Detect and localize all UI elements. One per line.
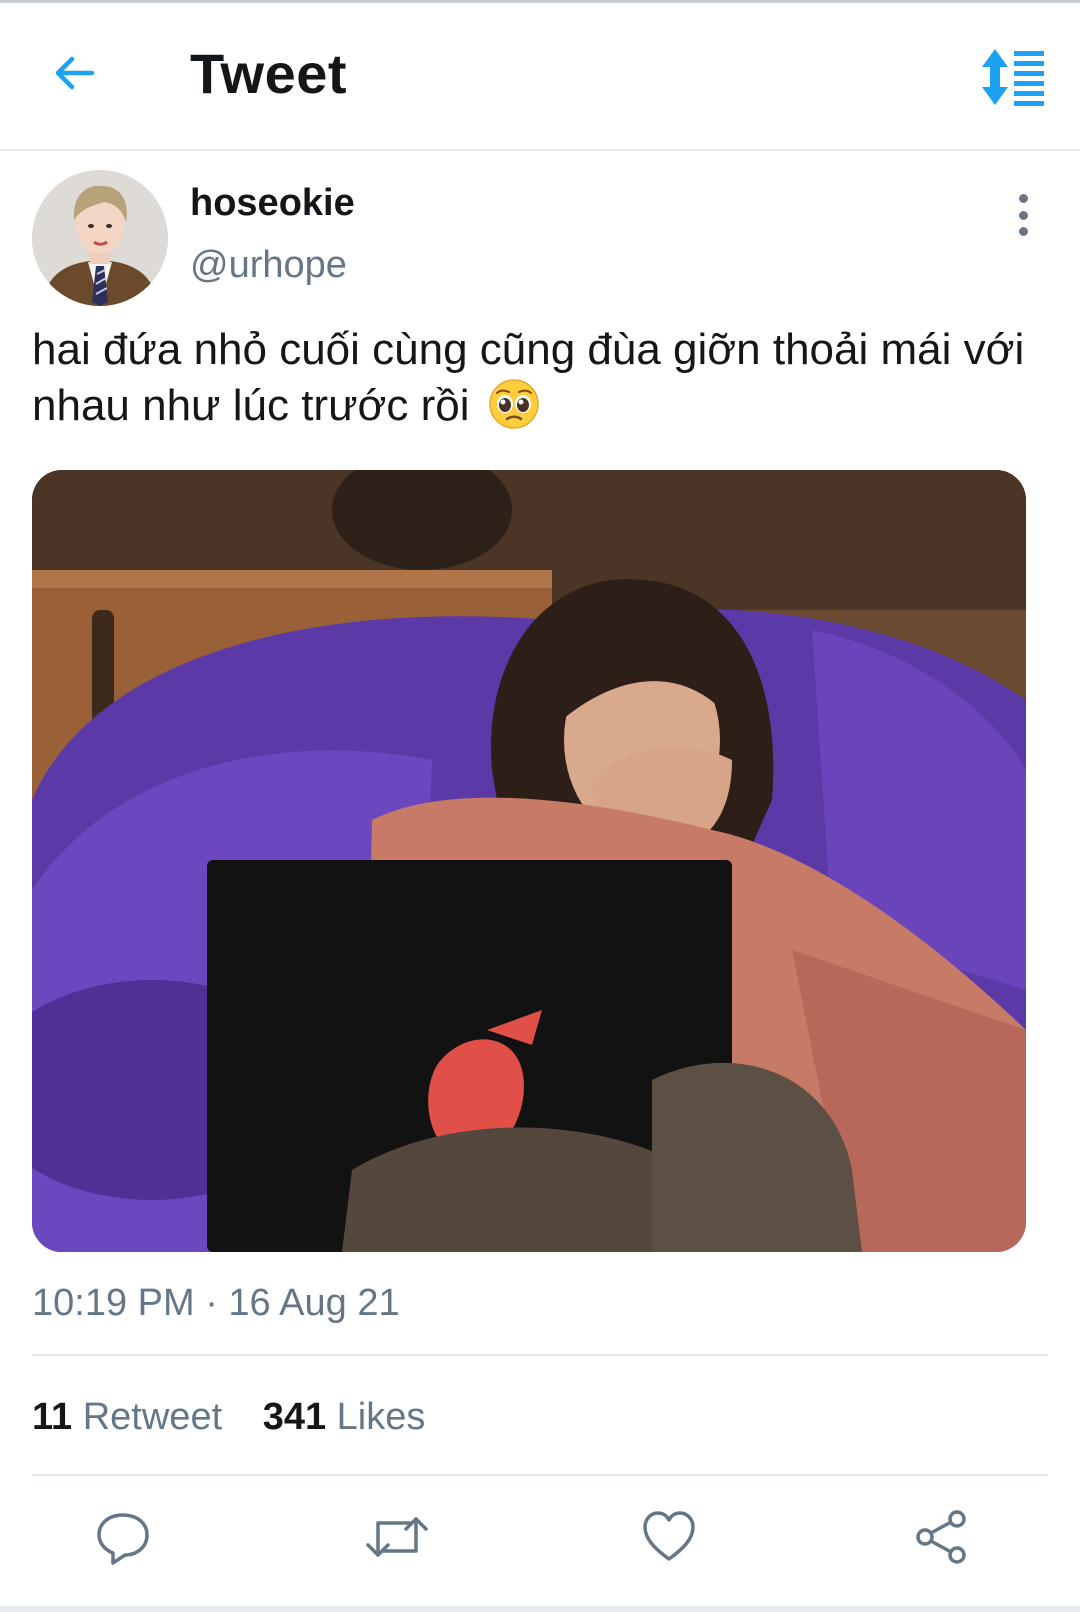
more-options-button[interactable] [1005, 190, 1041, 240]
like-button[interactable] [634, 1502, 704, 1572]
likes-count: 341 [262, 1396, 327, 1438]
tweet-stats: 11 Retweet 341 Likes [32, 1396, 455, 1439]
sort-button[interactable] [980, 47, 1050, 107]
more-dot-icon [1018, 227, 1028, 236]
retweet-label: Retweet [82, 1396, 223, 1438]
reply-button[interactable] [88, 1502, 158, 1572]
arrow-left-icon [55, 56, 95, 90]
author-handle[interactable]: @urhope [190, 244, 347, 287]
likes-label: Likes [336, 1396, 426, 1438]
retweet-stat[interactable]: 11 Retweet [32, 1396, 222, 1438]
tweet-action-bar [0, 1502, 1080, 1582]
tweet-media-image[interactable] [32, 470, 1026, 1252]
app-header: Tweet [0, 3, 1080, 151]
like-icon [643, 1511, 695, 1561]
bottom-border [0, 1606, 1080, 1612]
tweet-body: hai đứa nhỏ cuối cùng cũng đùa giỡn thoả… [32, 322, 1042, 434]
retweet-icon [366, 1517, 428, 1557]
author-display-name[interactable]: hoseokie [190, 182, 355, 225]
page-title: Tweet [190, 42, 348, 105]
likes-stat[interactable]: 341 Likes [263, 1396, 426, 1438]
divider [32, 1354, 1048, 1356]
profile-photo [32, 170, 168, 306]
retweet-count: 11 [32, 1396, 73, 1438]
tweet-timestamp[interactable]: 10:19 PM · 16 Aug 21 [32, 1282, 400, 1325]
avatar[interactable] [32, 170, 168, 306]
sort-lines-icon [982, 49, 1044, 106]
retweet-button[interactable] [362, 1502, 432, 1572]
more-dot-icon [1018, 210, 1028, 220]
share-button[interactable] [906, 1502, 976, 1572]
divider [32, 1474, 1048, 1476]
more-dot-icon [1018, 194, 1028, 203]
pleading-face-emoji [489, 379, 539, 429]
reply-icon [97, 1513, 149, 1565]
share-icon [916, 1510, 966, 1564]
back-button[interactable] [44, 43, 104, 103]
media-photo [32, 470, 1026, 1252]
